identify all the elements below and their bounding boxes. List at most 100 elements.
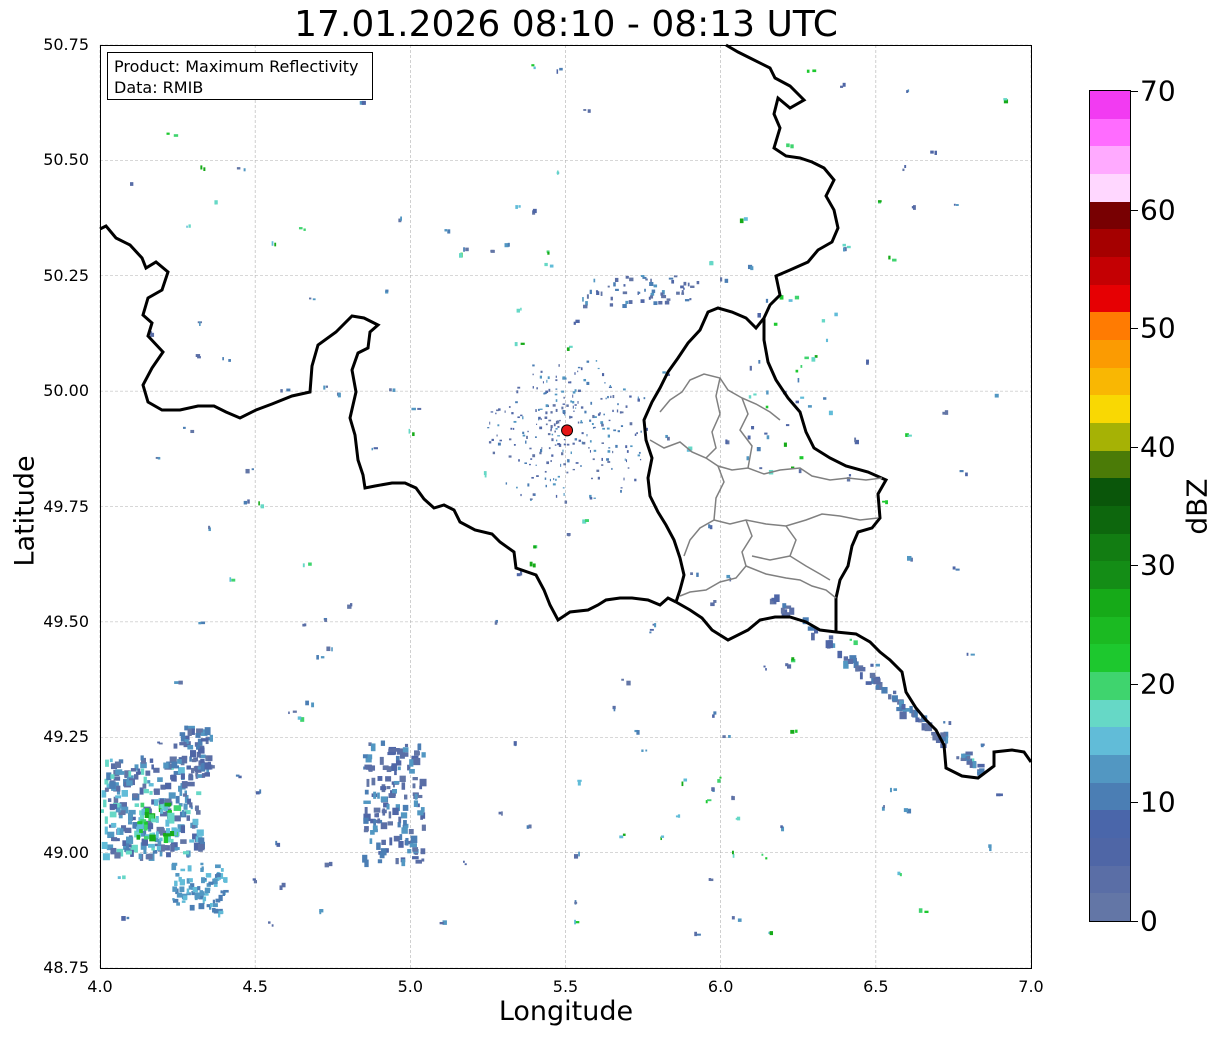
echo-pixel	[547, 433, 551, 436]
echo-pixel	[222, 357, 224, 361]
echo-pixel	[630, 445, 633, 448]
echo-pixel	[773, 598, 777, 604]
echo-pixel	[417, 810, 424, 816]
echo-pixel	[649, 631, 652, 634]
echo-pixel	[612, 395, 615, 399]
echo-pixel	[146, 853, 153, 860]
echo-pixel	[187, 865, 192, 872]
echo-pixel	[102, 853, 110, 861]
echo-pixel	[171, 761, 178, 769]
colorbar-segment	[1090, 837, 1130, 866]
echo-pixel	[608, 447, 611, 449]
echo-pixel	[155, 831, 159, 839]
echo-pixel	[554, 430, 556, 433]
echo-pixel	[243, 500, 248, 505]
echo-pixel	[597, 367, 600, 370]
echo-pixel	[649, 295, 654, 299]
echo-pixel	[737, 918, 742, 922]
echo-pixel	[417, 407, 422, 410]
echo-pixel	[164, 802, 172, 807]
echo-pixel	[582, 441, 586, 445]
echo-pixel	[555, 421, 558, 425]
echo-pixel	[149, 790, 153, 795]
echo-pixel	[399, 775, 406, 782]
echo-pixel	[731, 795, 734, 800]
echo-pixel	[174, 880, 178, 887]
plot-frame	[100, 45, 1032, 969]
echo-pixel	[542, 381, 544, 384]
echo-pixel	[364, 789, 369, 795]
echo-pixel	[142, 783, 147, 789]
colorbar-segment	[1090, 229, 1130, 257]
echo-pixel	[143, 836, 149, 840]
echo-pixel	[101, 841, 108, 849]
echo-pixel	[229, 577, 232, 582]
echo-pixel	[157, 741, 160, 744]
echo-pixel	[566, 404, 569, 407]
echo-pixel	[499, 439, 502, 442]
echo-pixel	[201, 621, 206, 625]
echo-pixel	[492, 451, 496, 455]
echo-pixel	[586, 360, 590, 363]
echo-pixel	[489, 421, 491, 425]
echo-pixel	[612, 450, 614, 454]
product-label: Product: Maximum Reflectivity	[114, 57, 359, 76]
echo-pixel	[720, 277, 723, 282]
echo-pixel	[552, 404, 556, 407]
echo-pixel	[689, 298, 692, 301]
echo-pixel	[247, 499, 250, 504]
echo-pixel	[892, 690, 897, 695]
echo-pixel	[837, 650, 843, 659]
echo-pixel	[539, 375, 542, 379]
map-plot[interactable]	[0, 0, 1219, 1040]
echo-pixel	[298, 227, 303, 230]
echo-pixel	[551, 454, 554, 457]
echo-pixel	[235, 774, 240, 777]
echo-pixel	[616, 409, 619, 413]
echo-pixel	[557, 443, 561, 446]
echo-pixel	[843, 247, 846, 252]
echo-pixel	[208, 881, 214, 885]
echo-pixel	[107, 798, 112, 803]
colorbar-segment	[1090, 146, 1130, 174]
echo-pixel	[747, 435, 751, 440]
echo-pixel	[367, 754, 373, 760]
echo-pixel	[600, 421, 604, 425]
echo-pixel	[629, 395, 632, 398]
echo-pixel	[505, 482, 508, 485]
echo-pixel	[143, 848, 147, 854]
colorbar-tick-label: 40	[1140, 430, 1176, 464]
echo-pixel	[401, 827, 408, 834]
echo-pixel	[495, 412, 497, 415]
colorbar-tickmark	[1131, 328, 1138, 330]
echo-pixel	[638, 451, 641, 454]
colorbar-tick-label: 20	[1140, 667, 1176, 701]
echo-pixel	[413, 800, 419, 807]
echo-pixel	[567, 459, 570, 463]
echo-pixel	[563, 396, 565, 399]
echo-pixel	[653, 301, 658, 306]
echo-pixel	[303, 228, 306, 231]
echo-pixel	[595, 360, 598, 362]
echo-pixel	[563, 438, 566, 441]
echo-pixel	[412, 777, 418, 781]
echo-pixel	[271, 241, 274, 246]
echo-pixel	[208, 525, 211, 529]
echo-pixel	[561, 406, 564, 410]
echo-pixel	[555, 494, 558, 498]
colorbar-segment	[1090, 201, 1130, 230]
echo-pixel	[765, 298, 769, 303]
echo-pixel	[380, 786, 387, 791]
echo-pixel	[753, 393, 757, 396]
echo-pixel	[989, 847, 992, 852]
echo-pixel	[593, 449, 597, 452]
echo-pixel	[373, 791, 377, 799]
echo-pixel	[170, 843, 175, 852]
echo-pixel	[288, 711, 290, 715]
echo-pixel	[613, 282, 616, 287]
echo-pixel	[915, 717, 920, 723]
echo-pixel	[490, 249, 495, 253]
echo-pixel	[891, 695, 898, 702]
echo-pixel	[694, 931, 697, 937]
colorbar-segment	[1090, 671, 1130, 700]
